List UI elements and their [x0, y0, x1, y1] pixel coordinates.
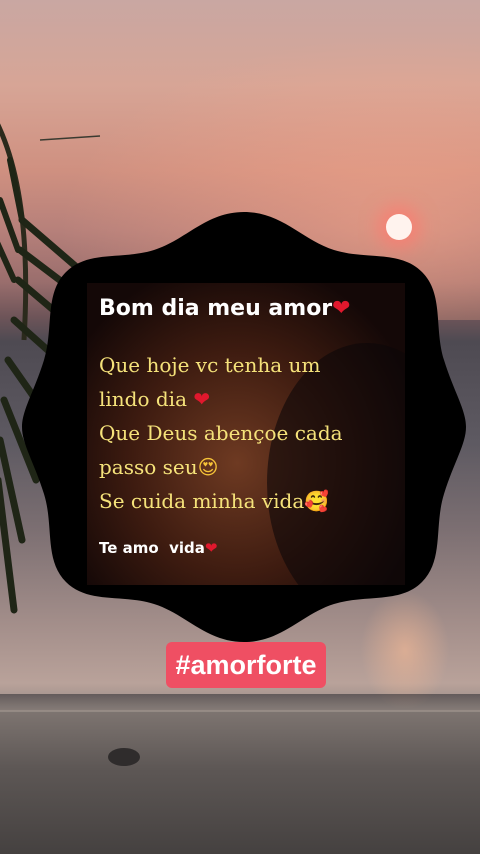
signature-text: Te amo vida: [99, 539, 205, 557]
message-line-text: Que Deus abençoe cada: [99, 421, 343, 445]
red-heart-icon: ❤: [204, 539, 218, 557]
signature: Te amo vida❤: [99, 539, 218, 557]
greeting-title: Bom dia meu amor❤: [99, 296, 351, 321]
heart-eyes-emoji-icon: 😍: [197, 455, 219, 479]
message-line: Que Deus abençoe cada: [99, 416, 399, 450]
hashtag-sticker: #amorforte: [166, 642, 326, 688]
message-line: Se cuida minha vida🥰: [99, 484, 399, 518]
message-line: passo seu😍: [99, 450, 399, 484]
love-message: Que hoje vc tenha um lindo dia ❤ Que Deu…: [99, 348, 399, 518]
smiling-face-with-hearts-icon: 🥰: [304, 489, 330, 513]
red-heart-icon: ❤: [332, 296, 351, 321]
message-line-text: Que hoje vc tenha um: [99, 353, 321, 377]
message-line-text: passo seu: [99, 455, 198, 479]
shoreline: [0, 694, 480, 710]
message-line: lindo dia ❤: [99, 382, 399, 416]
greeting-title-text: Bom dia meu amor: [99, 296, 333, 321]
beach-rock: [108, 748, 140, 766]
message-line: Que hoje vc tenha um: [99, 348, 399, 382]
red-heart-icon: ❤: [193, 387, 211, 411]
message-line-text: lindo dia: [99, 387, 194, 411]
beach-sand: [0, 712, 480, 854]
message-line-text: Se cuida minha vida: [99, 489, 305, 513]
